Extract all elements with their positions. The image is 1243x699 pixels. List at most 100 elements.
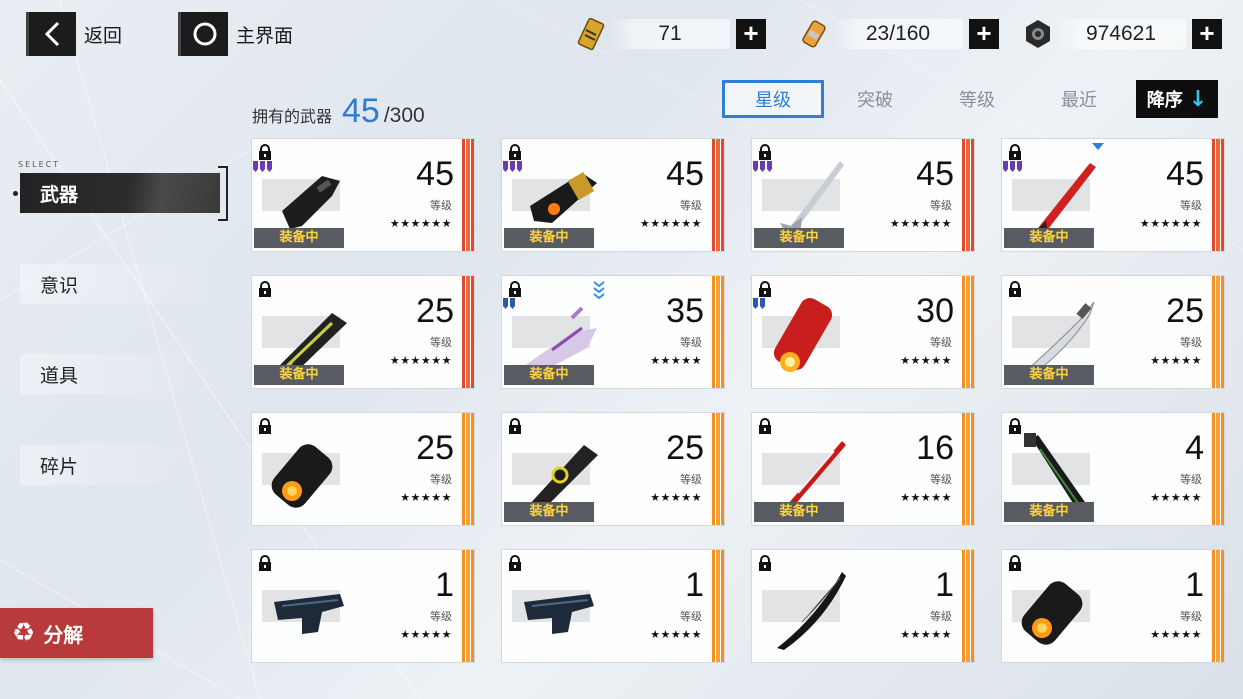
equipped-badge: 装备中	[1004, 502, 1094, 522]
weapon-card[interactable]: 45 等级 ★★★★★★ 装备中	[501, 138, 725, 252]
weapon-card[interactable]: 25 等级 ★★★★★ 装备中	[501, 412, 725, 526]
weapon-icon	[773, 297, 833, 372]
weapon-stars: ★★★★★	[1150, 354, 1202, 367]
weapon-stars: ★★★★★★	[1139, 217, 1202, 230]
weapon-level: 1	[685, 566, 704, 604]
weapon-level: 25	[416, 429, 454, 467]
gold-card-value: 71	[610, 19, 730, 49]
weapon-level: 45	[916, 155, 954, 193]
sort-tab-recent[interactable]: 最近	[1028, 80, 1130, 118]
sort-order-button[interactable]: 降序 ↓	[1136, 80, 1218, 118]
sort-tab-breakthrough[interactable]: 突破	[824, 80, 926, 118]
add-stamina-button[interactable]: +	[969, 19, 999, 49]
weapon-level: 25	[416, 292, 454, 330]
weapon-level-label: 等级	[430, 473, 452, 486]
weapon-level-label: 等级	[930, 610, 952, 623]
lock-icon[interactable]	[258, 144, 272, 160]
rarity-stripe	[962, 550, 974, 662]
weapon-card[interactable]: 1 等级 ★★★★★	[1001, 549, 1225, 663]
equipped-badge: 装备中	[754, 502, 844, 522]
lock-icon[interactable]	[508, 418, 522, 434]
weapon-stars: ★★★★★	[900, 354, 952, 367]
lock-icon[interactable]	[758, 418, 772, 434]
gold-card-icon	[574, 16, 610, 52]
rarity-stripe	[462, 413, 474, 525]
add-gold-card-button[interactable]: +	[736, 19, 766, 49]
owned-total: /300	[383, 104, 425, 127]
sort-tab-level[interactable]: 等级	[926, 80, 1028, 118]
lock-icon[interactable]	[758, 144, 772, 160]
rarity-stripe	[1212, 550, 1224, 662]
weapon-card[interactable]: 30 等级 ★★★★★	[751, 275, 975, 389]
lock-icon[interactable]	[258, 281, 272, 297]
rank-badge-icon	[1003, 161, 1022, 172]
weapon-level: 16	[916, 429, 954, 467]
weapon-level-label: 等级	[1180, 610, 1202, 623]
weapon-card[interactable]: 25 等级 ★★★★★★ 装备中	[251, 275, 475, 389]
nav-item-stigmata[interactable]: 意识	[20, 264, 220, 304]
chevron-left-icon	[26, 12, 76, 56]
weapon-card[interactable]: 1 等级 ★★★★★	[251, 549, 475, 663]
weapon-card[interactable]: 25 等级 ★★★★★	[251, 412, 475, 526]
lock-icon[interactable]	[1008, 555, 1022, 571]
rarity-stripe	[1212, 413, 1224, 525]
weapon-level-label: 等级	[930, 473, 952, 486]
home-button[interactable]: 主界面	[178, 12, 293, 56]
weapon-level: 4	[1185, 429, 1204, 467]
equipped-badge: 装备中	[254, 365, 344, 385]
weapon-stars: ★★★★★★	[389, 354, 452, 367]
rarity-stripe	[962, 139, 974, 251]
weapon-level-label: 等级	[680, 610, 702, 623]
weapon-card[interactable]: 1 等级 ★★★★★	[501, 549, 725, 663]
weapon-card[interactable]: 1 等级 ★★★★★	[751, 549, 975, 663]
weapon-card[interactable]: 45 等级 ★★★★★★ 装备中	[1001, 138, 1225, 252]
weapon-card[interactable]: 35 等级 ★★★★★ 装备中	[501, 275, 725, 389]
lock-icon[interactable]	[758, 555, 772, 571]
rarity-stripe	[462, 139, 474, 251]
home-label: 主界面	[236, 24, 294, 47]
nav-indicator-dot	[13, 191, 18, 196]
nav-item-items[interactable]: 道具	[20, 354, 220, 394]
weapon-level-label: 等级	[680, 199, 702, 212]
lock-icon[interactable]	[1008, 418, 1022, 434]
equipped-badge: 装备中	[504, 502, 594, 522]
weapon-level: 1	[935, 566, 954, 604]
select-caption: SELECT	[18, 160, 61, 169]
lock-icon[interactable]	[758, 281, 772, 297]
back-button[interactable]: 返回	[26, 12, 122, 56]
lock-icon[interactable]	[258, 418, 272, 434]
weapon-level: 45	[416, 155, 454, 193]
weapon-card[interactable]: 4 等级 ★★★★★ 装备中	[1001, 412, 1225, 526]
lock-icon[interactable]	[508, 555, 522, 571]
weapon-card[interactable]: 45 等级 ★★★★★★ 装备中	[251, 138, 475, 252]
nav-item-fragments[interactable]: 碎片	[20, 445, 220, 485]
add-coins-button[interactable]: +	[1192, 19, 1222, 49]
salvage-button[interactable]: ♻ 分解	[0, 608, 153, 658]
lock-icon[interactable]	[1008, 144, 1022, 160]
weapon-card[interactable]: 45 等级 ★★★★★★ 装备中	[751, 138, 975, 252]
weapon-icon	[777, 572, 846, 650]
weapon-stars: ★★★★★	[400, 628, 452, 641]
weapon-level-label: 等级	[1180, 336, 1202, 349]
lock-icon[interactable]	[1008, 281, 1022, 297]
resource-coins: 974621 +	[1020, 16, 1222, 52]
weapon-card[interactable]: 25 等级 ★★★★★ 装备中	[1001, 275, 1225, 389]
weapon-level-label: 等级	[430, 336, 452, 349]
owned-label: 拥有的武器	[252, 107, 333, 126]
weapon-card[interactable]: 16 等级 ★★★★★ 装备中	[751, 412, 975, 526]
nav-item-weapons[interactable]: 武器	[20, 173, 220, 213]
weapon-stars: ★★★★★	[1150, 628, 1202, 641]
rarity-stripe	[1212, 276, 1224, 388]
stamina-value: 23/160	[833, 19, 963, 49]
lock-icon[interactable]	[508, 281, 522, 297]
lock-icon[interactable]	[258, 555, 272, 571]
equipped-badge: 装备中	[1004, 228, 1094, 248]
weapon-stars: ★★★★★	[400, 491, 452, 504]
equipped-badge: 装备中	[504, 365, 594, 385]
weapon-stars: ★★★★★	[650, 628, 702, 641]
rarity-stripe	[712, 139, 724, 251]
lock-icon[interactable]	[508, 144, 522, 160]
resource-stamina: 23/160 +	[797, 16, 999, 52]
sort-order-label: 降序	[1146, 90, 1183, 111]
sort-tab-stars[interactable]: 星级	[722, 80, 824, 118]
